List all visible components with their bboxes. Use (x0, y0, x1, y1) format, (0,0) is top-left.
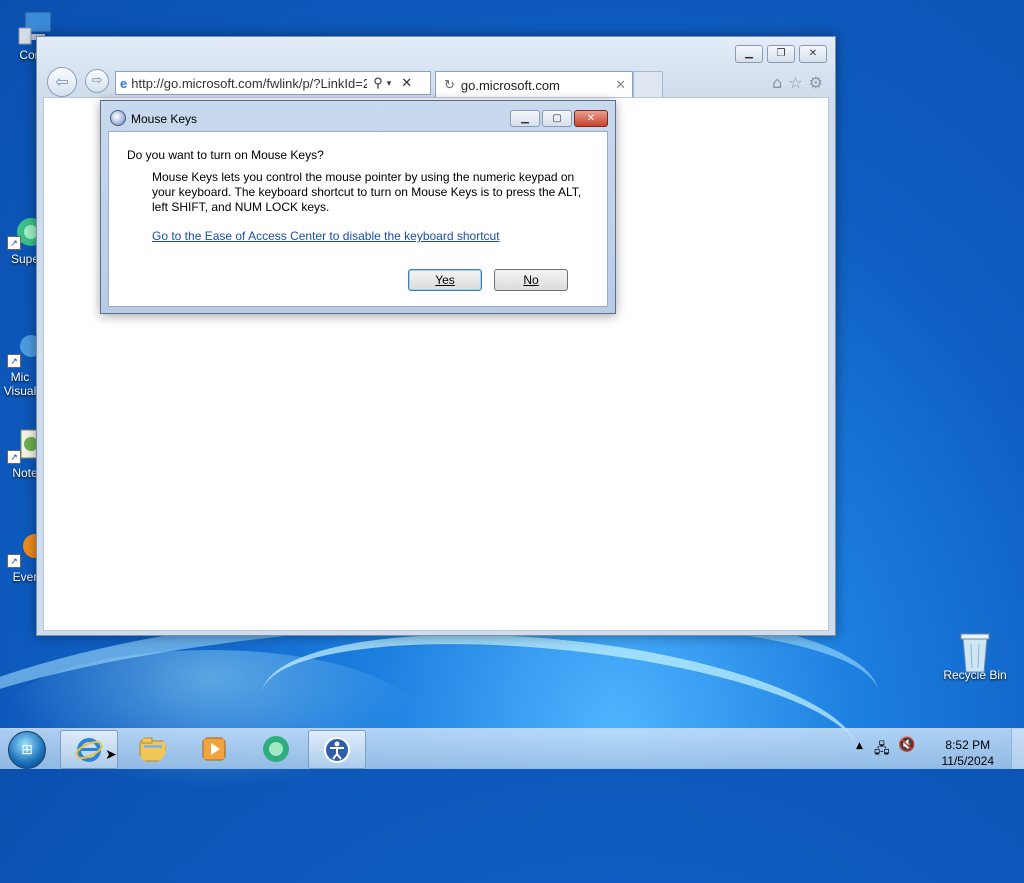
back-arrow-icon: ⇦ (55, 72, 69, 91)
favorites-star-icon[interactable]: ☆ (788, 73, 802, 92)
browser-toolbar-icons: ⌂ ☆ ⚙ (772, 73, 823, 92)
dialog-minimize-button[interactable]: ▁ (510, 110, 540, 127)
show-hidden-icons-icon[interactable]: ▲ (856, 741, 863, 751)
taskbar-super-app[interactable] (248, 730, 304, 767)
shortcut-arrow-icon: ↗ (7, 354, 21, 368)
window-caption-buttons: ▁ ❐ ✕ (735, 45, 827, 63)
ease-of-access-icon (110, 110, 126, 126)
desktop-icon-recycle-bin[interactable]: Recycle Bin (940, 630, 1010, 682)
shortcut-arrow-icon: ↗ (7, 450, 21, 464)
taskbar-media-player[interactable] (186, 730, 242, 767)
super-app-icon (263, 736, 289, 762)
ie-page-icon: e (120, 75, 128, 91)
dialog-close-button[interactable]: ✕ (574, 110, 608, 127)
taskbar-ease-of-access[interactable] (308, 730, 366, 769)
ease-of-access-icon (324, 737, 350, 763)
taskbar-file-explorer[interactable] (124, 730, 180, 767)
minimize-button[interactable]: ▁ (735, 45, 763, 63)
clock[interactable]: 8:52 PM 11/5/2024 (942, 737, 995, 769)
tab-title: go.microsoft.com (460, 77, 560, 93)
stop-icon[interactable]: ✕ (401, 75, 412, 91)
media-player-icon (202, 737, 226, 761)
yes-button[interactable]: Yes (408, 269, 482, 291)
mouse-keys-dialog[interactable]: Mouse Keys ▁ ▢ ✕ Do you want to turn on … (100, 100, 616, 314)
volume-muted-icon[interactable]: 🔇 (898, 737, 915, 753)
address-url[interactable]: http://go.microsoft.com/fwlink/p/?LinkId… (131, 76, 367, 91)
folder-icon (139, 737, 166, 762)
clock-date: 11/5/2024 (941, 754, 995, 768)
shortcut-arrow-icon: ↗ (7, 554, 21, 568)
dropdown-arrow-icon[interactable]: ▾ (387, 78, 392, 89)
no-button[interactable]: No (494, 269, 568, 291)
start-button[interactable]: ⊞ (8, 731, 46, 769)
yes-button-label: Yes (435, 273, 455, 287)
new-tab-button[interactable] (633, 71, 663, 99)
tab-close-icon[interactable]: ✕ (615, 77, 626, 93)
show-desktop-button[interactable] (1011, 729, 1024, 769)
windows-logo-icon: ⊞ (21, 742, 33, 758)
forward-arrow-icon: ⇨ (91, 73, 103, 88)
address-bar[interactable]: e http://go.microsoft.com/fwlink/p/?Link… (115, 71, 431, 95)
settings-gear-icon[interactable]: ⚙ (809, 73, 823, 92)
network-icon[interactable]: 🖧 (874, 738, 890, 762)
close-button[interactable]: ✕ (799, 45, 827, 63)
dialog-caption-buttons: ▁ ▢ ✕ (510, 110, 608, 127)
dialog-description: Mouse Keys lets you control the mouse po… (152, 170, 582, 214)
mouse-cursor-icon: ➤ (105, 747, 117, 763)
dialog-body: Do you want to turn on Mouse Keys? Mouse… (108, 131, 608, 307)
shortcut-arrow-icon: ↗ (7, 236, 21, 250)
no-button-label: No (523, 273, 539, 287)
restore-button[interactable]: ❐ (767, 45, 795, 63)
forward-button[interactable]: ⇨ (85, 69, 109, 93)
dialog-title: Mouse Keys (131, 112, 198, 126)
clock-time: 8:52 PM (945, 738, 991, 752)
dialog-maximize-button[interactable]: ▢ (542, 110, 572, 127)
back-button[interactable]: ⇦ (47, 67, 77, 97)
taskbar: ⊞ ➤ ▲ 🖧 🔇 8:52 PM 11/5/2024 (0, 728, 1024, 769)
desktop-icon-label: Mic Visual (3, 370, 37, 398)
internet-explorer-icon (75, 738, 103, 762)
system-tray: ▲ 🖧 🔇 8:52 PM 11/5/2024 (856, 733, 1016, 768)
home-icon[interactable]: ⌂ (772, 73, 782, 92)
search-icon[interactable]: ⚲ (373, 75, 383, 91)
tab-go-microsoft[interactable]: ↻ go.microsoft.com ✕ (435, 71, 633, 98)
loading-icon: ↻ (444, 77, 455, 92)
taskbar-internet-explorer[interactable]: ➤ (60, 730, 118, 769)
dialog-question: Do you want to turn on Mouse Keys? (127, 148, 324, 162)
ease-of-access-link[interactable]: Go to the Ease of Access Center to disab… (152, 229, 500, 243)
recycle-bin-icon (957, 630, 993, 673)
